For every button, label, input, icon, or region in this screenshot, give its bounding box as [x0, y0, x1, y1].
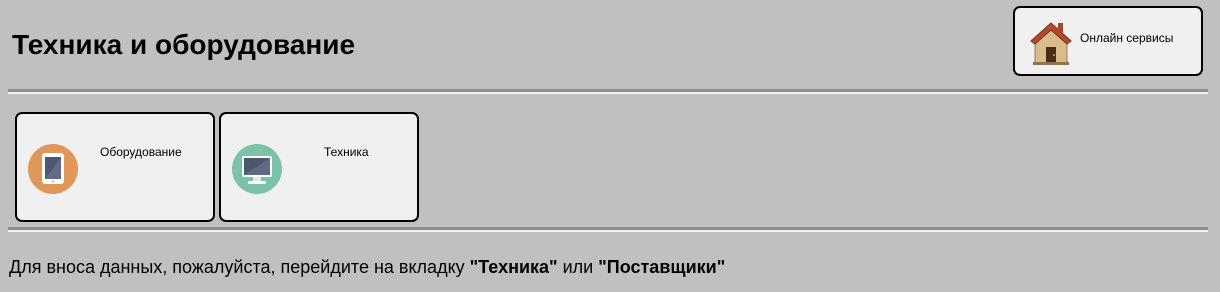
tile-equipment-label: Оборудование	[100, 145, 182, 159]
tab-suppliers-link-text: "Поставщики"	[598, 257, 726, 277]
info-message: Для вноса данных, пожалуйста, перейдите …	[9, 255, 725, 279]
bottom-divider	[8, 227, 1208, 232]
tile-technique-label: Техника	[324, 145, 369, 159]
house-icon	[1030, 22, 1072, 65]
online-services-button[interactable]: Онлайн сервисы	[1013, 6, 1203, 76]
tile-technique[interactable]: Техника	[219, 112, 419, 222]
monitor-icon	[232, 144, 282, 194]
top-divider	[8, 89, 1208, 94]
page: Техника и оборудование Онлайн сервисы Об…	[0, 0, 1220, 292]
tablet-icon	[28, 144, 78, 194]
info-connector: или	[562, 257, 594, 277]
tab-technique-link-text: "Техника"	[469, 257, 558, 277]
page-title: Техника и оборудование	[12, 29, 356, 60]
tile-equipment[interactable]: Оборудование	[15, 112, 215, 222]
online-services-label: Онлайн сервисы	[1080, 31, 1174, 45]
info-text: Для вноса данных, пожалуйста, перейдите …	[9, 257, 465, 277]
